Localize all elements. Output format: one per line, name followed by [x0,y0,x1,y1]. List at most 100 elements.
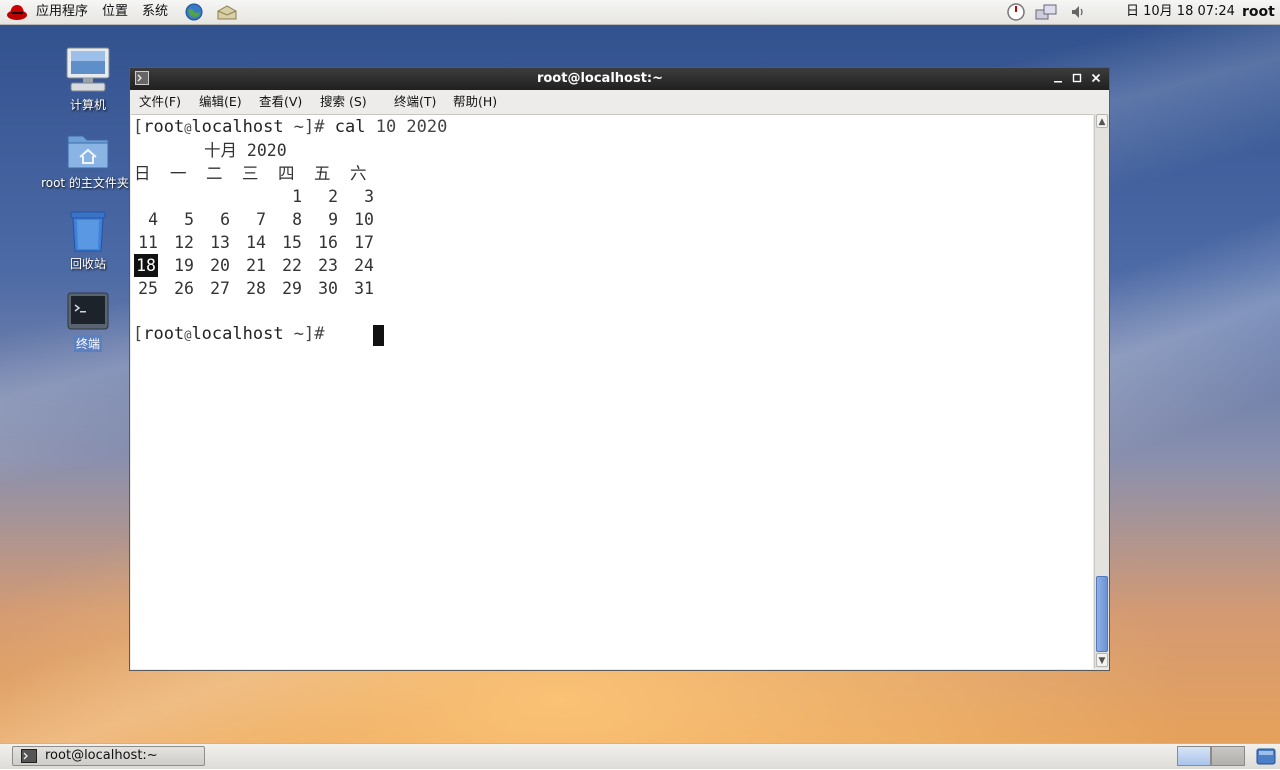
desktop-icon-label: root 的主文件夹 [41,176,129,190]
calendar-day: 3 [364,187,374,206]
window-title: root@localhost:~ [536,71,664,86]
calendar-day: 26 [174,279,194,298]
calendar-week-row: 25 26 27 28 29 30 31 [134,277,394,300]
text-cursor [373,325,384,346]
prompt-bracket: [ [133,117,144,137]
calendar-day: 15 [282,233,302,252]
window-titlebar[interactable]: root@localhost:~ [130,68,1109,90]
calendar-day: 2 [328,187,338,206]
weekday-label: 一 [170,164,187,183]
desktop-icon-label: 终端 [73,335,102,352]
calendar-day: 5 [184,210,194,229]
weekday-label: 二 [206,164,223,183]
calendar-day: 8 [292,210,302,229]
calendar-day-today: 18 [134,254,158,277]
computer-icon [66,47,110,92]
terminal-small-icon [21,749,37,769]
network-icon[interactable] [1034,2,1057,22]
prompt-bracket: [ [133,324,144,344]
user-menu[interactable]: root [1242,3,1275,21]
calendar-week-row: 18 19 20 21 22 23 24 [134,254,394,277]
maximize-button[interactable] [1069,71,1085,87]
mail-client-icon[interactable] [216,2,237,22]
calendar-day: 24 [354,256,374,275]
system-menu[interactable]: 系统 [142,3,168,21]
calendar-day: 16 [318,233,338,252]
calendar-day: 7 [256,210,266,229]
prompt-user: root [143,324,185,344]
calendar-day: 6 [220,210,230,229]
calendar-day: 12 [174,233,194,252]
taskbar-window-button[interactable]: root@localhost:~ [12,746,205,766]
calendar-day: 27 [210,279,230,298]
menu-terminal[interactable]: 终端(T) [394,94,436,110]
desktop-icon-label: 回收站 [69,257,106,271]
applications-menu[interactable]: 应用程序 [36,3,88,21]
weekday-label: 四 [278,164,295,183]
calendar-day: 31 [354,279,374,298]
menu-view[interactable]: 查看(V) [259,94,302,110]
calendar-day: 14 [246,233,266,252]
calendar-day: 9 [328,210,338,229]
calendar-day: 25 [138,279,158,298]
menubar: 文件(F) 编辑(E) 查看(V) 搜索 (S) 终端(T) 帮助(H) [130,90,1109,114]
web-browser-icon[interactable] [184,2,204,22]
scrollbar-thumb[interactable] [1096,576,1108,652]
prompt-suffix: ~]# [283,324,335,344]
desktop-icon-trash[interactable]: 回收站 [33,209,143,272]
desktop-icon-terminal[interactable]: 终端 [33,291,143,352]
terminal-icon [67,292,109,330]
places-menu[interactable]: 位置 [102,3,128,21]
calendar-week-row: 11 12 13 14 15 16 17 [134,231,394,254]
weekday-label: 三 [242,164,259,183]
calendar-day: 19 [174,256,194,275]
weekday-label: 六 [350,164,367,183]
calendar-weekdays: 日 一 二 三 四 五 六 [134,162,394,185]
calendar-title: 十月 2020 [204,141,287,160]
menu-edit[interactable]: 编辑(E) [199,94,242,110]
top-panel: 应用程序 位置 系统 日 10月 18 07:24 root [0,0,1280,25]
terminal-window[interactable]: root@localhost:~ 文件(F) 编辑(E) 查看(V) 搜索 (S… [129,67,1110,671]
menu-search[interactable]: 搜索 (S) [320,94,367,110]
calendar-day: 10 [354,210,374,229]
menu-file[interactable]: 文件(F) [139,94,181,110]
update-notifier-icon[interactable] [1006,2,1026,22]
calendar-day: 11 [138,233,158,252]
calendar-day: 29 [282,279,302,298]
prompt-suffix: ~]# [283,117,335,137]
workspace-2[interactable] [1211,746,1245,766]
terminal-output[interactable]: [root@localhost ~]# cal 10 2020 十月 2020 … [131,114,1093,669]
calendar-week-row: 4 5 6 7 8 9 10 [134,208,394,231]
workspace-1[interactable] [1177,746,1211,766]
calendar-day: 22 [282,256,302,275]
calendar-day: 21 [246,256,266,275]
calendar-day: 20 [210,256,230,275]
prompt-host: localhost [191,324,284,344]
desktop-icon-computer[interactable]: 计算机 [33,46,143,113]
prompt-line: [root@localhost ~]# [133,323,335,346]
trash-applet-icon[interactable] [1256,747,1276,770]
calendar-day: 4 [148,210,158,229]
taskbar-window-label: root@localhost:~ [45,748,158,763]
menu-help[interactable]: 帮助(H) [453,94,497,110]
calendar-day: 17 [354,233,374,252]
volume-icon[interactable] [1068,2,1088,22]
vertical-scrollbar[interactable]: ▲ ▼ [1094,114,1109,668]
redhat-logo-icon[interactable] [6,2,27,22]
minimize-button[interactable] [1050,71,1066,87]
desktop-icon-label: 计算机 [69,98,106,112]
prompt-host: localhost [191,117,284,137]
calendar-day: 23 [318,256,338,275]
weekday-label: 五 [314,164,331,183]
scroll-down-arrow-icon[interactable]: ▼ [1096,653,1108,667]
calendar-day: 13 [210,233,230,252]
calendar-day: 30 [318,279,338,298]
scroll-up-arrow-icon[interactable]: ▲ [1096,114,1108,128]
desktop-icon-home-folder[interactable]: root 的主文件夹 [33,130,143,191]
weekday-label: 日 [134,164,151,183]
close-button[interactable] [1088,71,1104,87]
home-folder-icon [67,135,109,169]
clock[interactable]: 日 10月 18 07:24 [1126,3,1235,21]
command-args: 10 2020 [365,117,448,137]
calendar-day: 28 [246,279,266,298]
